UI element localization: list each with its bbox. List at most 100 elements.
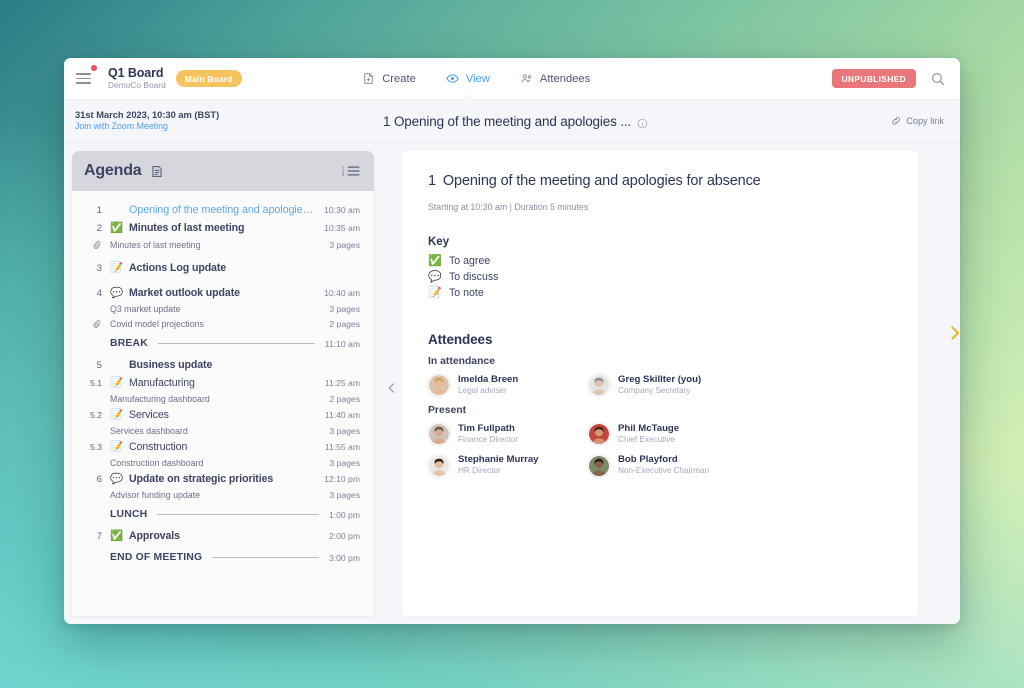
agenda-item-row[interactable]: 5 Business update [72, 356, 374, 374]
attendee-item[interactable]: Greg Skillter (you) Company Secretary [588, 374, 748, 397]
agenda-divider-label: BREAK [110, 338, 148, 349]
agenda-panel: Agenda 1 2 3 1 Opening of the meeting and… [72, 151, 374, 616]
agenda-list[interactable]: 1 Opening of the meeting and apologies f.… [72, 191, 374, 616]
agenda-attachment-row[interactable]: Covid model projections 2 pages [72, 316, 374, 331]
agenda-item-time: 11:25 am [324, 378, 360, 388]
agenda-item-type-icon: 📝 [110, 408, 124, 421]
edit-document-icon[interactable] [150, 164, 164, 179]
eye-icon [446, 72, 459, 85]
agenda-item-row[interactable]: 5.1 📝 Manufacturing 11:25 am [72, 374, 374, 392]
attendee-name: Greg Skillter (you) [618, 374, 702, 385]
attendee-grid: Imelda Breen Legal adviser Greg Skillter (… [428, 374, 892, 405]
agenda-item-number: 5.3 [90, 442, 102, 452]
agenda-item-number: 7 [96, 530, 102, 542]
attendee-item[interactable]: Tim Fullpath Finance Director [428, 423, 588, 446]
search-icon[interactable] [930, 71, 946, 87]
info-circle-icon[interactable] [637, 116, 648, 128]
attendee-item[interactable]: Imelda Breen Legal adviser [428, 374, 588, 397]
board-identity[interactable]: Q1 Board DemoCo Board [108, 66, 166, 91]
divider-line [157, 343, 315, 344]
agenda-gap [72, 277, 374, 284]
key-legend-icon: 💬 [428, 270, 442, 283]
avatar [588, 454, 610, 477]
key-legend-label: To note [449, 287, 484, 299]
zoom-meeting-link[interactable]: Join with Zoom Meeting [75, 121, 375, 133]
key-legend-icon: ✅ [428, 254, 442, 267]
agenda-attachment-pages: 3 pages [329, 426, 360, 436]
agenda-item-number: 5.1 [90, 378, 102, 388]
attendee-item[interactable]: Phil McTauge Chief Executive [588, 423, 748, 446]
agenda-item-time: 11:40 am [324, 410, 360, 420]
agenda-item-row[interactable]: 1 Opening of the meeting and apologies f.… [72, 201, 374, 219]
agenda-item-number: 5 [96, 359, 102, 371]
attendee-group-label: In attendance [428, 356, 495, 367]
agenda-item-row[interactable]: 4 💬 Market outlook update 10:40 am [72, 284, 374, 302]
link-icon [891, 116, 901, 126]
avatar [428, 454, 450, 477]
previous-section-button[interactable] [382, 375, 400, 401]
agenda-item-time: 12:10 pm [324, 474, 360, 484]
agenda-attachment-pages: 2 pages [329, 318, 360, 329]
agenda-attachment-pages: 3 pages [329, 458, 360, 468]
status-badge: UNPUBLISHED [831, 69, 916, 88]
key-legend-row: 💬 To discuss [428, 271, 892, 283]
agenda-title: Agenda [84, 162, 142, 179]
agenda-item-type-icon: 💬 [110, 286, 124, 299]
attendee-item[interactable]: Stephanie Murray HR Director [428, 454, 588, 477]
attendee-role: Finance Director [458, 435, 519, 445]
people-icon [520, 72, 533, 85]
agenda-item-type-icon: ✅ [110, 529, 124, 542]
agenda-item-row[interactable]: 6 💬 Update on strategic priorities 12:10 pm [72, 470, 374, 488]
agenda-attachment-row[interactable]: Q3 market update 3 pages [72, 302, 374, 316]
agenda-attachment-row[interactable]: Minutes of last meeting 3 pages [72, 237, 374, 252]
document-card: 1 Opening of the meeting and apologies fo… [402, 151, 918, 616]
key-legend-row: 📝 To note [428, 287, 892, 299]
key-legend-icon: 📝 [428, 286, 442, 299]
agenda-divider: BREAK 11:10 am [72, 331, 374, 356]
agenda-divider-label: LUNCH [110, 509, 148, 520]
document-title: 1 Opening of the meeting and apologies fo… [428, 173, 892, 189]
agenda-item-row[interactable]: 5.3 📝 Construction 11:55 am [72, 438, 374, 456]
agenda-item-row[interactable]: 7 ✅ Approvals 2:00 pm [72, 527, 374, 545]
meeting-info: 31st March 2023, 10:30 am (BST) Join wit… [75, 109, 375, 133]
copy-link-button[interactable]: Copy link [891, 116, 944, 126]
agenda-item-label: Business update [129, 359, 213, 371]
agenda-item-label: Opening of the meeting and apologies f..… [129, 204, 317, 216]
attendee-text: Phil McTauge Chief Executive [618, 423, 679, 445]
agenda-item-time: 10:35 am [324, 223, 360, 233]
hamburger-icon[interactable] [76, 64, 97, 87]
agenda-item-label: Update on strategic priorities [129, 473, 274, 485]
main-board-tag: Main Board [175, 70, 242, 87]
key-legend-label: To agree [449, 255, 491, 267]
attendee-item[interactable]: Bob Playford Non-Executive Chairman [588, 454, 748, 477]
key-legend-label: To discuss [449, 271, 499, 283]
notification-dot-icon [91, 64, 97, 71]
agenda-attachment-label: Advisor funding update [110, 490, 200, 500]
attendee-name: Tim Fullpath [458, 423, 515, 435]
key-legend-row: ✅ To agree [428, 255, 892, 267]
agenda-attachment-row[interactable]: Manufacturing dashboard 2 pages [72, 392, 374, 406]
meeting-date: 31st March 2023, 10:30 am (BST) [75, 109, 220, 120]
agenda-item-number: 2 [96, 222, 102, 234]
next-section-button[interactable] [944, 318, 966, 348]
numbered-list-icon[interactable]: 1 2 3 [342, 164, 360, 178]
tab-create[interactable]: Create [362, 58, 416, 100]
section-title-wrap: 1 Opening of the meeting and apologies .… [383, 114, 648, 129]
agenda-item-number: 1 [96, 204, 102, 216]
agenda-item-row[interactable]: 5.2 📝 Services 11:40 am [72, 406, 374, 424]
document-meta: Starting at 10:30 am | Duration 5 minute… [428, 202, 589, 212]
agenda-attachment-row[interactable]: Services dashboard 3 pages [72, 424, 374, 438]
agenda-item-type-icon: 💬 [110, 472, 124, 485]
copy-link-label: Copy link [906, 116, 944, 126]
agenda-attachment-row[interactable]: Construction dashboard 3 pages [72, 456, 374, 470]
tab-attendees[interactable]: Attendees [520, 58, 590, 100]
agenda-item-row[interactable]: 3 📝 Actions Log update [72, 259, 374, 277]
agenda-gap [72, 252, 374, 259]
tab-view[interactable]: View [446, 58, 490, 101]
agenda-attachment-row[interactable]: Advisor funding update 3 pages [72, 488, 374, 502]
attendee-role: Non-Executive Chairman [618, 466, 710, 476]
agenda-divider: END OF MEETING 3:00 pm [72, 545, 374, 570]
board-subtitle: DemoCo Board [108, 80, 166, 91]
tab-view-label: View [465, 72, 490, 85]
agenda-item-row[interactable]: 2 ✅ Minutes of last meeting 10:35 am [72, 219, 374, 237]
